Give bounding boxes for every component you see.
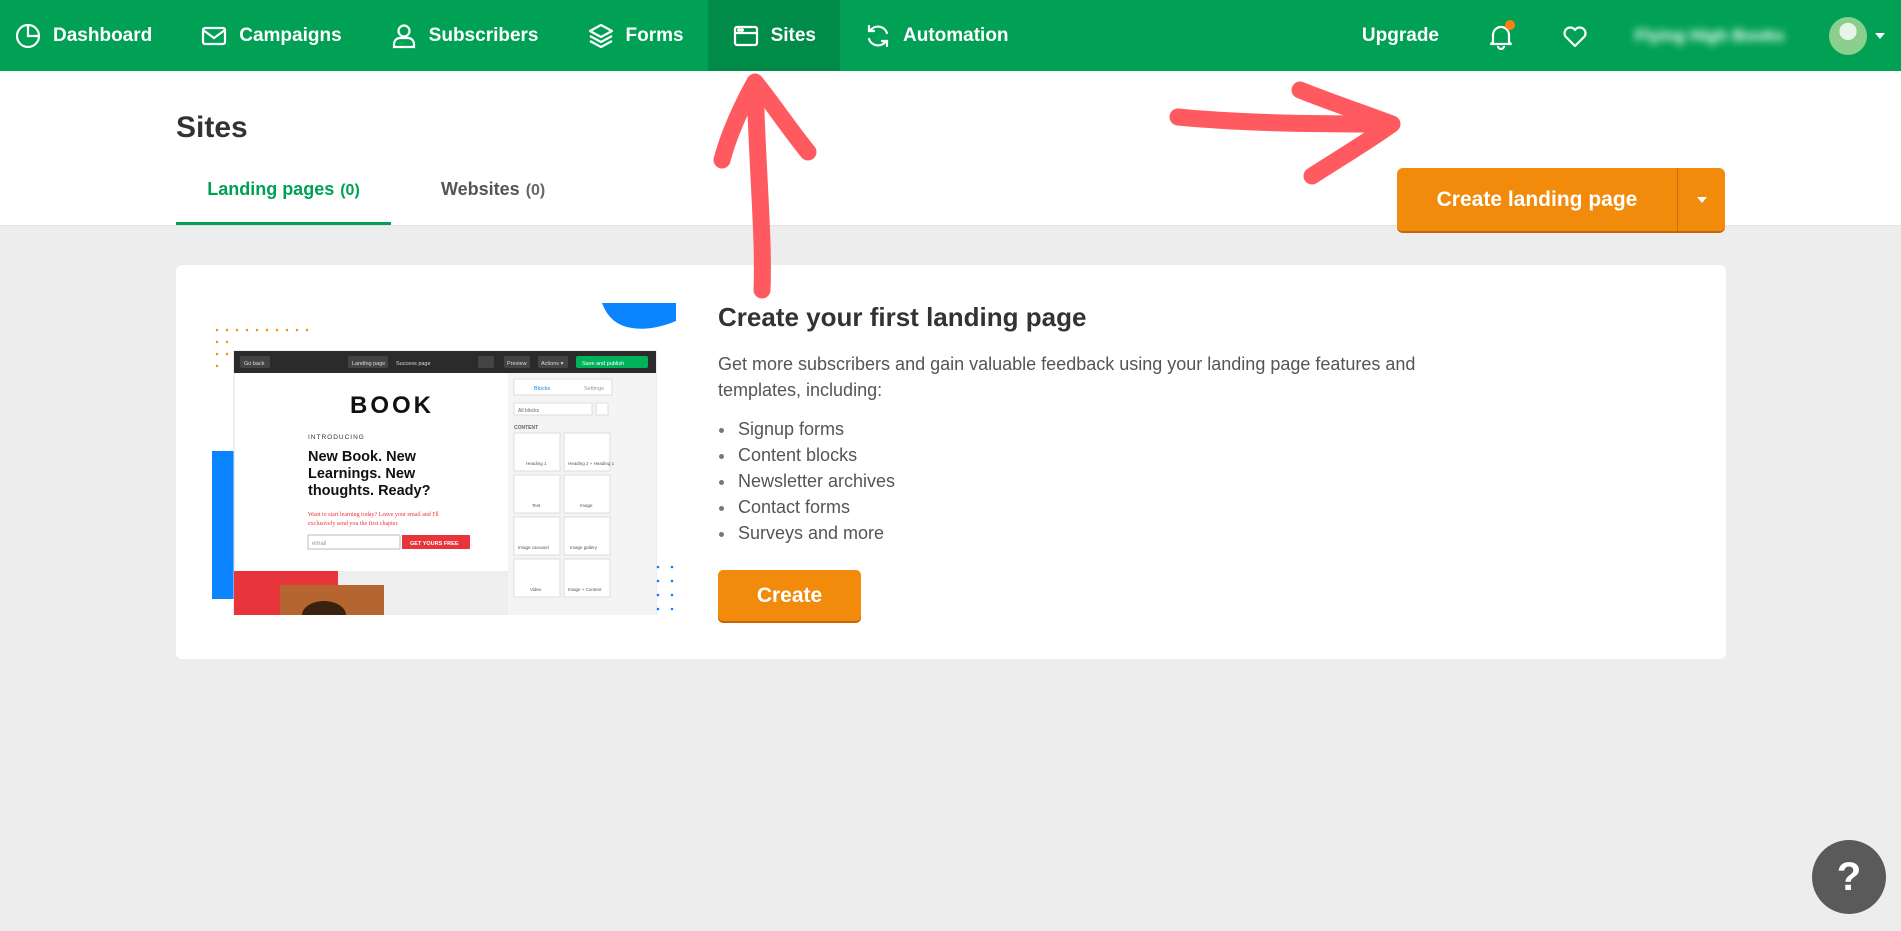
nav-forms[interactable]: Forms bbox=[563, 0, 708, 71]
page-title: Sites bbox=[176, 111, 248, 144]
list-item: Contact forms bbox=[736, 494, 895, 520]
panel-section-label: CONTENT bbox=[514, 425, 538, 431]
user-icon bbox=[392, 23, 415, 48]
editor-actions: Actions ▾ bbox=[541, 361, 564, 367]
subtext-line-1: Want to start learning today? Leave your… bbox=[308, 512, 439, 518]
tab-websites[interactable]: Websites (0) bbox=[441, 179, 545, 222]
headline-line-2: Learnings. New bbox=[308, 466, 416, 482]
subtext-line-2: exclusively send you the first chapter. bbox=[308, 520, 399, 527]
list-item: Newsletter archives bbox=[736, 468, 895, 494]
panel-tab-settings: Settings bbox=[584, 386, 604, 392]
nav-automation-label: Automation bbox=[903, 24, 1009, 46]
notifications-button[interactable] bbox=[1487, 19, 1515, 50]
nav-sites-label: Sites bbox=[770, 24, 816, 46]
headline-line-1: New Book. New bbox=[308, 449, 417, 465]
upgrade-link[interactable]: Upgrade bbox=[1362, 25, 1439, 47]
nav-subscribers[interactable]: Subscribers bbox=[366, 0, 563, 71]
layers-icon bbox=[588, 23, 613, 48]
editor-tab-success: Success page bbox=[396, 361, 431, 367]
caret-down-icon bbox=[1696, 196, 1707, 203]
top-navigation: Dashboard Campaigns Subscribers Forms Si… bbox=[0, 0, 1901, 71]
chevron-down-icon[interactable] bbox=[1875, 32, 1885, 39]
list-item: Signup forms bbox=[736, 416, 895, 442]
nav-sites[interactable]: Sites bbox=[707, 0, 840, 71]
book-logo-text: BOOK bbox=[350, 392, 434, 419]
tab-landing-pages-label: Landing pages bbox=[207, 179, 335, 199]
dashboard-icon bbox=[15, 23, 41, 48]
nav-dashboard[interactable]: Dashboard bbox=[0, 0, 176, 71]
account-name[interactable]: Flying High Books bbox=[1635, 26, 1805, 46]
email-field-mock: email bbox=[312, 541, 326, 547]
card-description: Get more subscribers and gain valuable f… bbox=[718, 354, 1416, 400]
tab-websites-count: (0) bbox=[525, 182, 546, 199]
editor-go-back: Go back bbox=[244, 361, 265, 367]
landing-page-editor-illustration: Go back Landing page Success page Previe… bbox=[212, 303, 676, 615]
panel-tab-blocks: Blocks bbox=[534, 386, 550, 392]
browser-window-icon bbox=[733, 25, 758, 46]
avatar[interactable] bbox=[1829, 16, 1867, 55]
editor-publish: Save and publish bbox=[582, 361, 624, 367]
favorites-button[interactable] bbox=[1561, 22, 1589, 50]
refresh-icon bbox=[867, 24, 889, 47]
tab-websites-label: Websites bbox=[441, 179, 520, 199]
tab-landing-pages-count: (0) bbox=[340, 182, 360, 199]
page-header: Sites Landing pages (0) Websites (0) Creat… bbox=[0, 71, 1901, 231]
feature-list: Signup forms Content blocks Newsletter a… bbox=[736, 416, 895, 546]
list-item: Surveys and more bbox=[736, 520, 895, 546]
editor-tab-landing: Landing page bbox=[352, 361, 385, 367]
nav-automation[interactable]: Automation bbox=[840, 0, 1033, 71]
block-label: Heading 1 bbox=[526, 461, 547, 466]
block-label: Image carousel bbox=[518, 545, 549, 550]
nav-forms-label: Forms bbox=[625, 24, 684, 46]
create-landing-page-button[interactable]: Create landing page bbox=[1397, 168, 1677, 231]
block-label: Video bbox=[530, 587, 542, 592]
card-title: Create your first landing page bbox=[718, 302, 1087, 332]
panel-select: All blocks bbox=[518, 408, 540, 414]
create-button[interactable]: Create bbox=[718, 570, 861, 621]
cta-button-mock: GET YOURS FREE bbox=[410, 541, 459, 547]
nav-dashboard-label: Dashboard bbox=[53, 24, 153, 46]
editor-preview: Preview bbox=[507, 361, 527, 367]
block-label: Image + Content bbox=[568, 587, 602, 592]
envelope-icon bbox=[202, 26, 227, 45]
introducing-label: INTRODUCING bbox=[308, 434, 365, 441]
nav-campaigns[interactable]: Campaigns bbox=[176, 0, 365, 71]
create-landing-page-split-button: Create landing page bbox=[1397, 168, 1725, 231]
block-label: Heading 2 + Heading 1 bbox=[568, 461, 615, 466]
blue-arc-shape bbox=[602, 303, 676, 329]
empty-state-card: Go back Landing page Success page Previe… bbox=[176, 265, 1726, 659]
list-item: Content blocks bbox=[736, 442, 895, 468]
block-label: Image gallery bbox=[570, 545, 598, 550]
help-button[interactable]: ? bbox=[1812, 840, 1886, 914]
nav-subscribers-label: Subscribers bbox=[428, 24, 539, 46]
block-label: Image bbox=[580, 503, 593, 508]
block-label: Text bbox=[532, 503, 541, 508]
headline-line-3: thoughts. Ready? bbox=[308, 483, 431, 499]
tab-landing-pages[interactable]: Landing pages (0) bbox=[176, 179, 391, 225]
heart-icon bbox=[1563, 25, 1587, 47]
nav-right-group: Upgrade Flying High Books bbox=[1362, 0, 1901, 71]
create-options-dropdown[interactable] bbox=[1677, 168, 1725, 231]
notification-dot bbox=[1505, 19, 1515, 30]
nav-campaigns-label: Campaigns bbox=[239, 24, 342, 46]
